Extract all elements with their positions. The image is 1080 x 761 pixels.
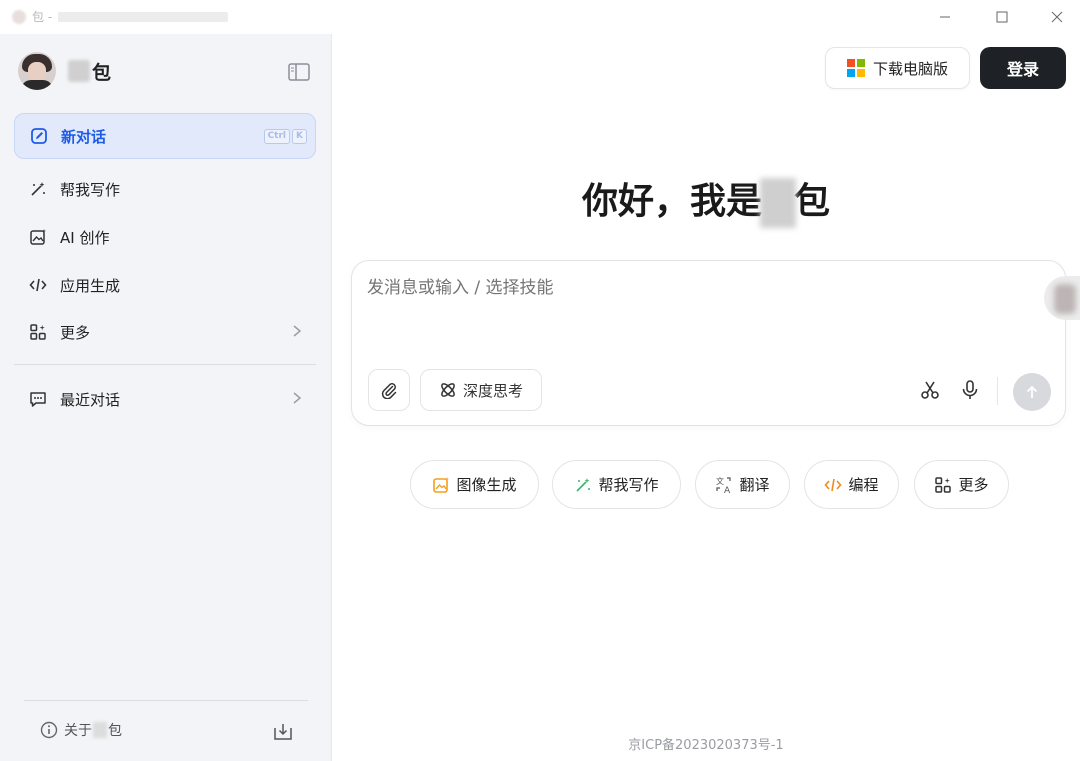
new-chat-button[interactable]: 新对话 Ctrl K [14,113,316,159]
skill-label: 编程 [848,476,879,494]
sidebar-item-recent[interactable]: 最近对话 [14,376,316,422]
sidebar-item-label: 最近对话 [60,390,121,409]
pen-sparkle-icon [28,179,48,199]
pen-sparkle-icon [574,476,592,494]
brand: 包 [18,52,111,90]
maximize-button[interactable] [975,0,1029,34]
code-icon [28,275,48,295]
windows-logo-icon [846,59,865,77]
skill-coding[interactable]: 编程 [804,460,899,509]
title-bar: 包 - [0,0,1080,34]
close-button[interactable] [1030,0,1080,34]
about-prefix: 关于 [64,723,92,739]
greeting-tail: 包 [794,181,831,222]
message-input[interactable] [367,278,1017,298]
brand-name-text: 包 [92,61,112,84]
attach-button[interactable] [368,369,410,411]
composer: 深度思考 [351,260,1066,426]
image-gen-icon [432,476,450,494]
skill-label: 翻译 [739,476,770,494]
sidebar-item-writing[interactable]: 帮我写作 [14,166,316,212]
about-link[interactable]: 关于 包 [40,720,122,740]
about-suffix: 包 [108,723,122,739]
grid-icon [28,322,48,342]
download-icon[interactable] [272,722,294,746]
brand-name: 包 [68,58,111,85]
brand-name-redacted [68,60,90,82]
translate-icon: 文A [715,476,733,494]
sidebar-item-label: 帮我写作 [60,180,121,199]
shortcut-hint: Ctrl K [263,129,307,144]
greeting-redacted [760,178,796,228]
download-desktop-button[interactable]: 下载电脑版 [825,47,970,89]
sidebar-item-more[interactable]: 更多 [14,309,316,355]
send-button[interactable] [1013,373,1051,411]
edit-icon [29,126,49,146]
skill-label: 更多 [958,476,989,494]
avatar[interactable] [18,52,56,90]
sidebar-item-label: AI 创作 [60,228,110,247]
shortcut-key: K [292,129,307,144]
greeting-heading: 你好，我是包 [332,172,1080,228]
minimize-icon [940,16,950,18]
chevron-right-icon [292,391,302,409]
chevron-right-icon [292,324,302,342]
skill-writing[interactable]: 帮我写作 [552,460,681,509]
sidebar-divider [14,364,316,365]
maximize-icon [996,11,1008,23]
window-title: 包 - [12,8,229,25]
scissors-icon[interactable] [919,379,941,405]
window-title-redacted [58,11,229,22]
deep-think-button[interactable]: 深度思考 [420,369,542,411]
arrow-up-icon [1026,385,1038,398]
info-icon [40,721,58,739]
new-chat-label: 新对话 [61,127,107,146]
composer-divider [997,377,998,405]
deep-think-label: 深度思考 [462,381,523,400]
icp-footer[interactable]: 京ICP备2023020373号-1 [332,734,1080,753]
grid-icon [934,476,952,494]
about-redacted [93,722,107,738]
paperclip-icon [381,383,397,399]
svg-text:A: A [724,486,731,494]
microphone-icon[interactable] [959,379,981,405]
sidebar-item-app-gen[interactable]: 应用生成 [14,262,316,308]
sidebar-item-label: 应用生成 [60,276,121,295]
window-title-text: 包 - [32,10,53,24]
code-icon [824,476,843,494]
sidebar: 包 新对话 Ctrl K 帮我写作 AI 创作 应用生成 更多 最近对话 关于 … [0,34,332,761]
skill-image-gen[interactable]: 图像生成 [410,460,539,509]
greeting-text: 你好，我是 [581,181,762,222]
svg-text:文: 文 [716,476,724,486]
atom-icon [439,381,457,399]
minimize-button[interactable] [918,0,972,34]
floating-avatar[interactable] [1044,276,1080,320]
shortcut-ctrl: Ctrl [263,129,291,144]
skill-label: 帮我写作 [598,476,659,494]
download-label: 下载电脑版 [872,59,948,78]
skill-more[interactable]: 更多 [914,460,1009,509]
close-icon [1051,11,1063,23]
sidebar-footer-divider [24,700,308,701]
login-button[interactable]: 登录 [980,47,1066,89]
skill-translate[interactable]: 文A 翻译 [695,460,790,509]
sidebar-item-ai-create[interactable]: AI 创作 [14,214,316,260]
app-logo [12,9,26,24]
chat-icon [28,389,48,409]
sidebar-item-label: 更多 [60,323,91,342]
skill-label: 图像生成 [456,476,517,494]
image-sparkle-icon [28,227,48,247]
sidebar-toggle-icon[interactable] [287,62,311,82]
